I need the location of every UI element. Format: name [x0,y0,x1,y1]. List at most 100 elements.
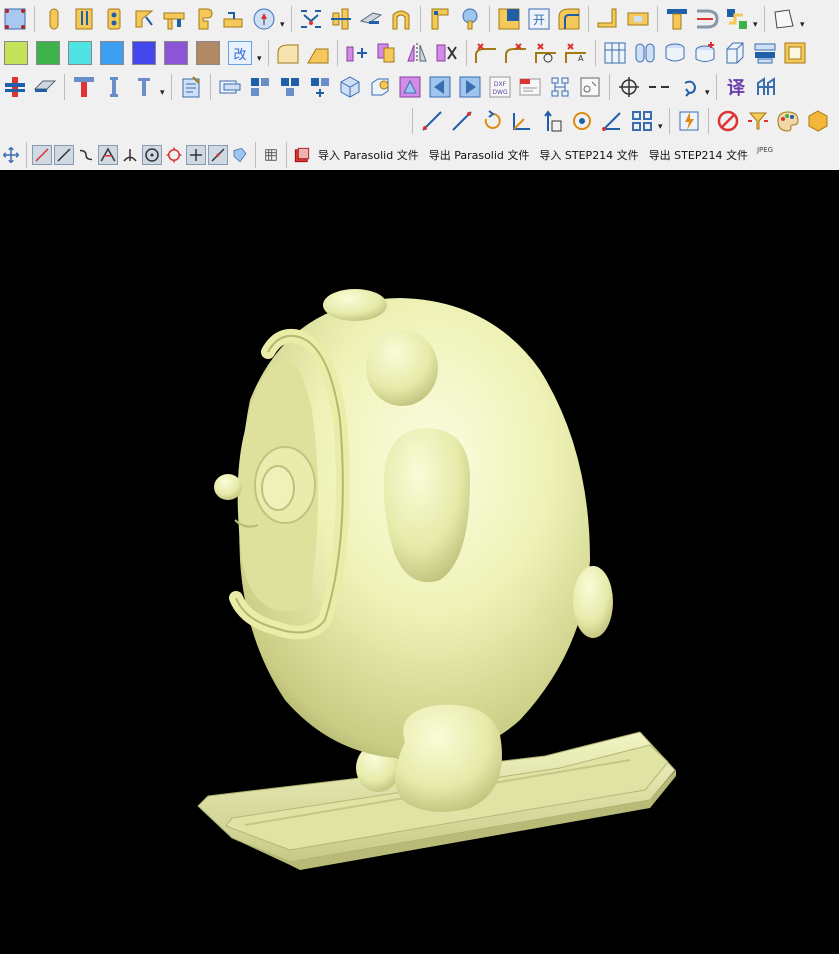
axis-bend-icon[interactable] [509,108,535,134]
color-swatch-blue[interactable] [132,41,156,65]
tube-pair-icon[interactable] [632,40,658,66]
t-bar-icon[interactable] [71,74,97,100]
link-icon[interactable] [753,74,779,100]
box-outline-icon[interactable] [722,40,748,66]
plane-flip-icon[interactable] [298,6,324,32]
fillet-x-icon[interactable] [473,40,499,66]
corner-plate-icon[interactable] [427,6,453,32]
edge-box-icon[interactable] [2,6,28,32]
import-step-button[interactable]: 导入 STEP214 文件 [539,147,638,163]
light-icon[interactable] [745,108,771,134]
export-step-button[interactable]: 导出 STEP214 文件 [649,147,748,163]
double-slot-icon[interactable] [71,6,97,32]
modify-button[interactable]: 改 [228,41,252,65]
slope-face-icon[interactable] [305,40,331,66]
line-tilt-icon[interactable] [208,145,228,165]
axis-corner-icon[interactable] [599,108,625,134]
pipe-fitting-icon[interactable] [161,6,187,32]
block-icon[interactable] [625,6,651,32]
dxf-dwg-icon[interactable]: DXF DWG [487,74,513,100]
curve-tilde-icon[interactable] [76,145,96,165]
triangle-right-icon[interactable] [457,74,483,100]
line-3d-icon[interactable] [419,108,445,134]
rounded-corner-icon[interactable] [556,6,582,32]
hinge-icon[interactable] [32,74,58,100]
kai-panel-icon[interactable]: 开 [526,6,552,32]
axis-up-icon[interactable] [539,108,565,134]
grid-panel-icon[interactable] [602,40,628,66]
n-shape-icon[interactable] [724,6,750,32]
corner-fill-icon[interactable] [496,6,522,32]
stack-icon[interactable] [752,40,778,66]
blocks-move-icon[interactable] [307,74,333,100]
drum-icon[interactable] [662,40,688,66]
color-swatch-green[interactable] [36,41,60,65]
circle-icon[interactable] [164,145,184,165]
undo-arrow-icon[interactable] [676,74,702,100]
beam-icon[interactable] [2,74,28,100]
x-faces-icon[interactable] [434,40,460,66]
move-faces-icon[interactable] [344,40,370,66]
angle-bend-icon[interactable] [131,6,157,32]
rail-icon[interactable] [358,6,384,32]
triangle-left-icon[interactable] [427,74,453,100]
line-diag-icon[interactable] [32,145,52,165]
pin-icon[interactable] [457,6,483,32]
color-swatch-lime[interactable] [4,41,28,65]
angle-snap-icon[interactable] [98,145,118,165]
cross-join-icon[interactable] [328,6,354,32]
box-red-icon[interactable] [292,145,312,165]
import-parasolid-button[interactable]: 导入 Parasolid 文件 [318,147,419,163]
move-icon[interactable] [1,145,21,165]
dashes-icon[interactable] [646,74,672,100]
dimension-icon[interactable] [251,6,277,32]
notebook-icon[interactable] [178,74,204,100]
t-small-icon[interactable] [131,74,157,100]
lightning-icon[interactable] [676,108,702,134]
l-corner-icon[interactable] [595,6,621,32]
color-swatch-brown[interactable] [196,41,220,65]
network-icon[interactable] [547,74,573,100]
frame-plane-icon[interactable] [782,40,808,66]
new-doc-icon[interactable] [517,74,543,100]
shield-icon[interactable] [230,145,250,165]
target-icon[interactable] [616,74,642,100]
blocks-step-icon[interactable] [247,74,273,100]
face-edit-icon[interactable] [397,74,423,100]
i-bar-icon[interactable] [101,74,127,100]
line-point-icon[interactable] [449,108,475,134]
palette-icon[interactable] [775,108,801,134]
shape-swap-icon[interactable] [577,74,603,100]
export-parasolid-button[interactable]: 导出 Parasolid 文件 [429,147,530,163]
fillet-x2-icon[interactable] [503,40,529,66]
fillet-circle-icon[interactable] [533,40,559,66]
cube-gold-icon[interactable] [805,108,831,134]
d-shape-icon[interactable] [694,6,720,32]
3d-viewport[interactable] [0,170,839,954]
layered-sheets-icon[interactable] [374,40,400,66]
layers-icon[interactable] [261,145,281,165]
circle-center-icon[interactable] [142,145,162,165]
drum-plus-icon[interactable] [692,40,718,66]
arch-icon[interactable] [388,6,414,32]
panel-slide-icon[interactable] [217,74,243,100]
fillet-a-icon[interactable]: A [563,40,589,66]
slot-icon[interactable] [41,6,67,32]
bracket-icon[interactable] [221,6,247,32]
rotate-circle-icon[interactable] [569,108,595,134]
mirror-icon[interactable] [404,40,430,66]
plane-view-icon[interactable] [771,6,797,32]
plate-holes-icon[interactable] [101,6,127,32]
cube-edit-icon[interactable] [367,74,393,100]
color-swatch-sky[interactable] [100,41,124,65]
color-swatch-cyan[interactable] [68,41,92,65]
curve-face-icon[interactable] [275,40,301,66]
grid-snap-icon[interactable] [629,108,655,134]
cross-icon[interactable] [186,145,206,165]
color-swatch-purple[interactable] [164,41,188,65]
blocks-grid-icon[interactable] [277,74,303,100]
jpeg-export-button[interactable]: JPEG [757,146,773,154]
hook-icon[interactable] [191,6,217,32]
line-diag2-icon[interactable] [54,145,74,165]
cube-icon[interactable] [337,74,363,100]
